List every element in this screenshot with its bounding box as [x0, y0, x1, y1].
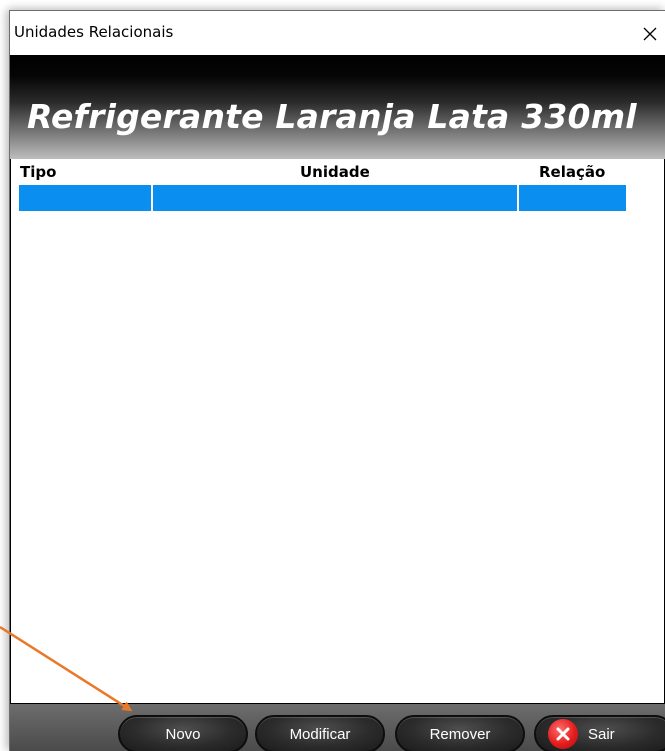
units-grid[interactable]: Tipo Unidade Relação [10, 159, 665, 704]
novo-button[interactable]: Novo [118, 715, 248, 751]
novo-button-label: Novo [165, 725, 201, 743]
modificar-button-label: Modificar [289, 725, 351, 743]
title-bar[interactable]: Unidades Relacionais [10, 11, 665, 55]
table-row[interactable] [19, 185, 626, 211]
column-header-unidade[interactable]: Unidade [300, 163, 370, 181]
exit-x-icon [548, 719, 578, 749]
modificar-button[interactable]: Modificar [255, 715, 385, 751]
product-name: Refrigerante Laranja Lata 330ml [27, 97, 637, 136]
sair-button-label: Sair [588, 725, 615, 743]
sair-button[interactable]: Sair [534, 715, 665, 751]
close-button[interactable] [635, 21, 665, 47]
column-header-tipo[interactable]: Tipo [20, 163, 56, 181]
remover-button[interactable]: Remover [395, 715, 525, 751]
window-title: Unidades Relacionais [14, 23, 174, 41]
column-header-relacao[interactable]: Relação [539, 163, 605, 181]
cell-tipo[interactable] [19, 185, 153, 211]
button-bar: Novo Modificar Remover Sair [10, 704, 665, 751]
product-header: Refrigerante Laranja Lata 330ml [10, 55, 665, 159]
remover-button-label: Remover [429, 725, 491, 743]
close-icon [643, 27, 657, 41]
cell-relacao[interactable] [519, 185, 626, 211]
cell-unidade[interactable] [153, 185, 519, 211]
grid-header: Tipo Unidade Relação [11, 159, 626, 183]
dialog-window: Unidades Relacionais Refrigerante Laranj… [9, 10, 665, 751]
